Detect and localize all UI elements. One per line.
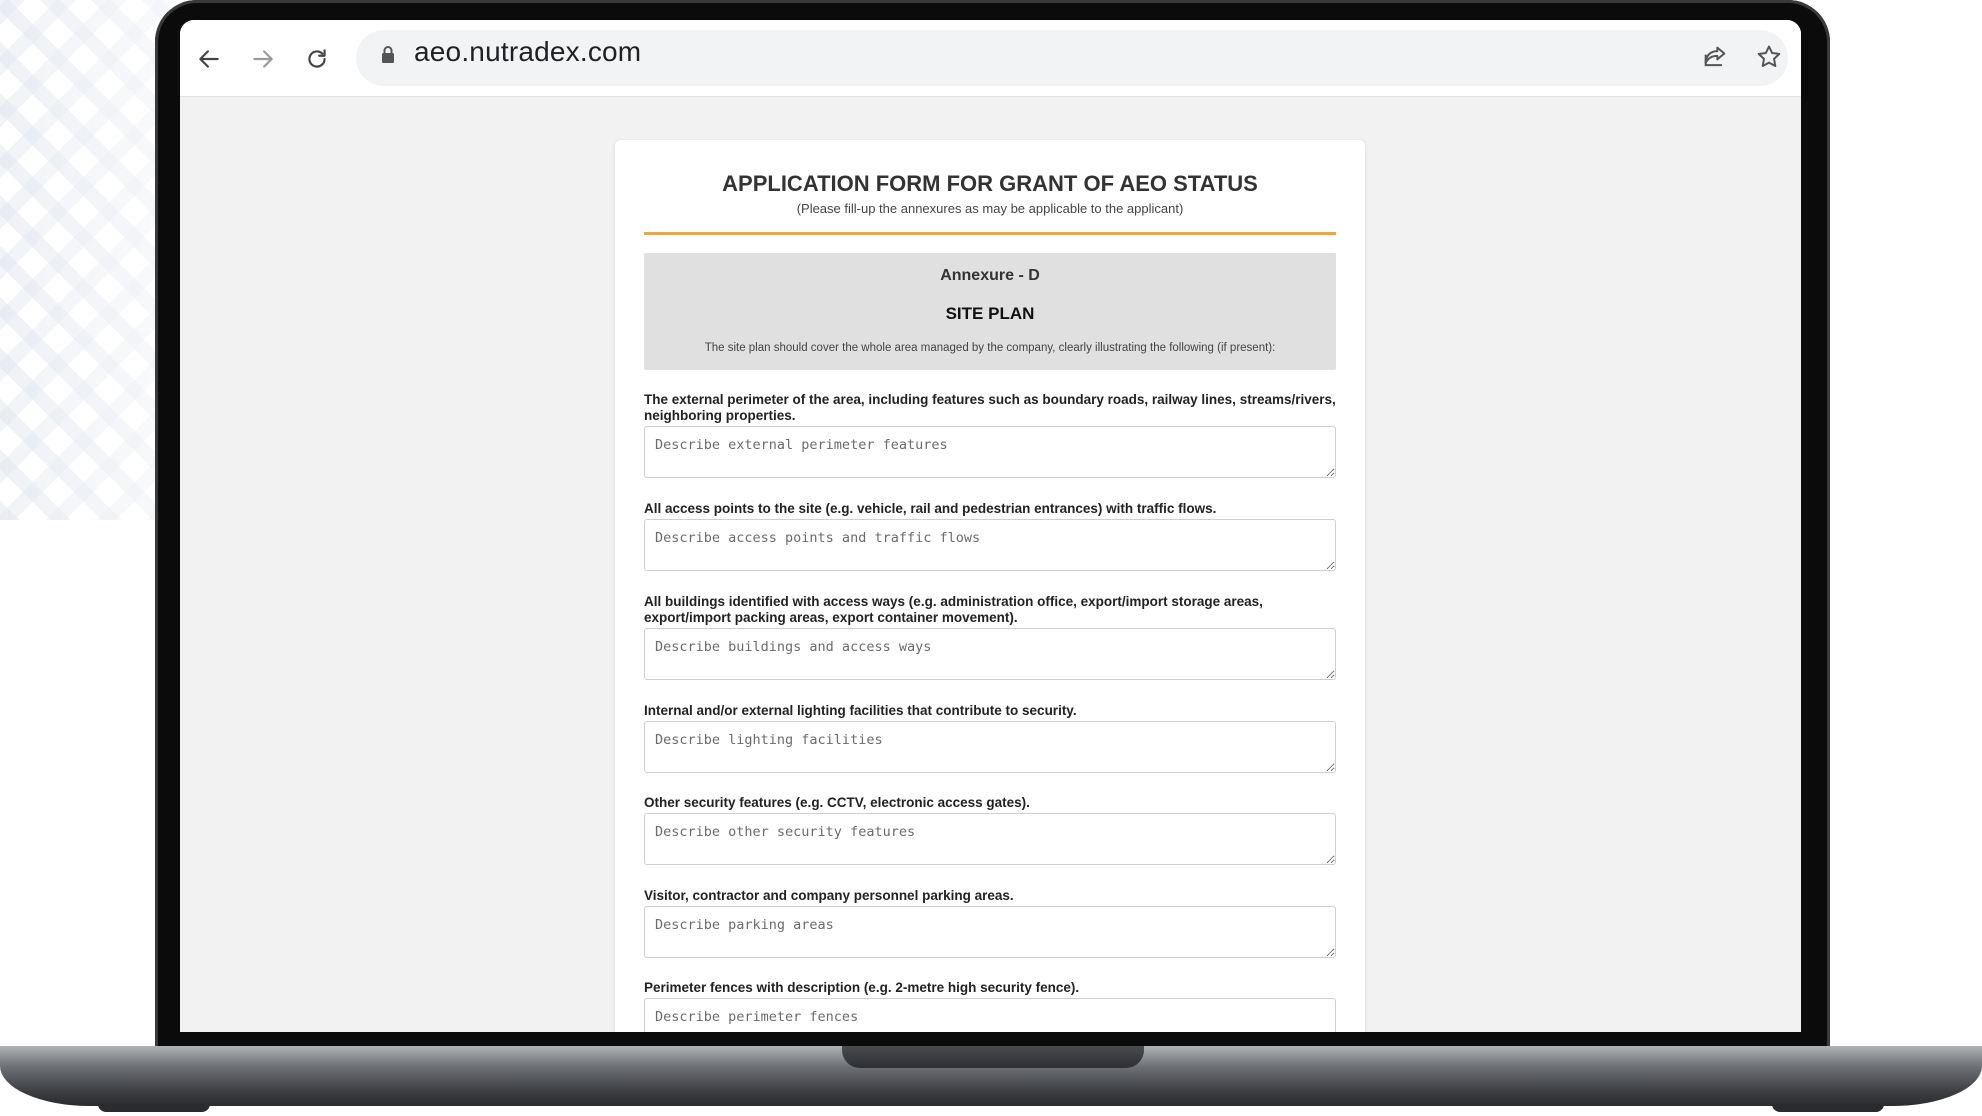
reload-icon bbox=[308, 49, 326, 68]
parking-input[interactable] bbox=[644, 906, 1336, 958]
back-button[interactable] bbox=[192, 42, 226, 76]
form-subtitle: (Please fill-up the annexures as may be … bbox=[796, 201, 1184, 216]
back-arrow-icon bbox=[199, 50, 219, 68]
bookmark-star-icon bbox=[1757, 45, 1781, 67]
field-label-buildings: All buildings identified with access way… bbox=[644, 594, 1263, 625]
annexure-header: Annexure - D SITE PLAN The site plan sho… bbox=[644, 253, 1336, 370]
form-card: APPLICATION FORM FOR GRANT OF AEO STATUS… bbox=[615, 140, 1365, 1032]
share-icon bbox=[1704, 46, 1726, 67]
bookmark-button[interactable] bbox=[1752, 40, 1786, 74]
lock-icon bbox=[380, 45, 396, 70]
laptop-notch bbox=[842, 1046, 1144, 1068]
field-label-security-features: Other security features (e.g. CCTV, elec… bbox=[644, 795, 1030, 810]
url-text[interactable]: aeo.nutradex.com bbox=[414, 36, 641, 68]
external-perimeter-input[interactable] bbox=[644, 426, 1336, 478]
lighting-input[interactable] bbox=[644, 721, 1336, 773]
field-label-lighting: Internal and/or external lighting facili… bbox=[644, 703, 1077, 718]
browser-toolbar: aeo.nutradex.com bbox=[180, 20, 1801, 97]
field-label-access-points: All access points to the site (e.g. vehi… bbox=[644, 501, 1217, 516]
share-button[interactable] bbox=[1698, 40, 1732, 74]
title-divider bbox=[644, 232, 1336, 235]
annexure-note: The site plan should cover the whole are… bbox=[704, 342, 1276, 354]
perimeter-fences-input[interactable] bbox=[644, 998, 1336, 1032]
forward-arrow-icon bbox=[253, 50, 273, 68]
laptop-foot-left bbox=[98, 1104, 210, 1112]
forward-button[interactable] bbox=[246, 42, 280, 76]
field-label-external-perimeter: The external perimeter of the area, incl… bbox=[644, 392, 1336, 423]
reload-button[interactable] bbox=[300, 42, 334, 76]
security-features-input[interactable] bbox=[644, 813, 1336, 865]
annexure-heading: SITE PLAN bbox=[945, 304, 1035, 323]
browser-window: aeo.nutradex.com APPLICATION FORM FOR GR… bbox=[180, 20, 1801, 1032]
field-label-perimeter-fences: Perimeter fences with description (e.g. … bbox=[644, 980, 1080, 995]
laptop-foot-right bbox=[1772, 1104, 1884, 1112]
access-points-input[interactable] bbox=[644, 519, 1336, 571]
page-content: APPLICATION FORM FOR GRANT OF AEO STATUS… bbox=[180, 97, 1801, 1032]
field-label-parking: Visitor, contractor and company personne… bbox=[644, 888, 1014, 903]
buildings-input[interactable] bbox=[644, 628, 1336, 680]
annexure-label: Annexure - D bbox=[940, 267, 1040, 284]
form-title: APPLICATION FORM FOR GRANT OF AEO STATUS bbox=[722, 171, 1258, 196]
